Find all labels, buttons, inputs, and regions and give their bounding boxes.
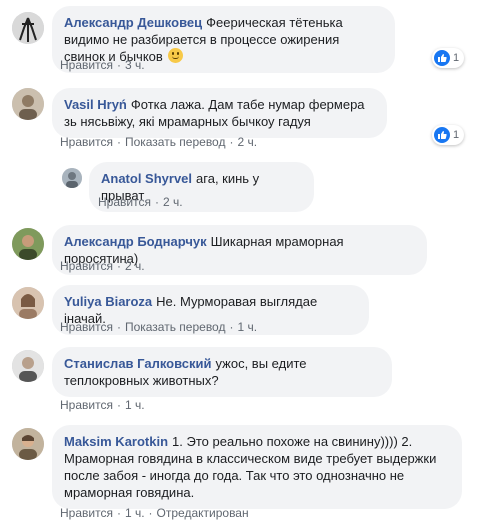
comment-actions: Нравится · 3 ч. (60, 58, 145, 72)
smile-emoji-icon (168, 48, 184, 63)
avatar[interactable] (12, 287, 44, 319)
comment-time[interactable]: 1 ч. (125, 506, 145, 520)
avatar[interactable] (62, 168, 82, 188)
avatar[interactable] (12, 88, 44, 120)
like-reaction-icon (434, 50, 450, 66)
comment-bubble: Maksim Karotkin 1. Это реально похоже на … (52, 425, 462, 509)
reaction-count[interactable]: 1 (432, 125, 465, 145)
comment-actions: Нравится · 1 ч. (60, 398, 145, 412)
avatar[interactable] (12, 228, 44, 260)
comment-author[interactable]: Anatol Shyrvel (101, 171, 192, 186)
avatar[interactable] (12, 12, 44, 44)
like-link[interactable]: Нравится (60, 320, 113, 334)
comment-author[interactable]: Maksim Karotkin (64, 434, 168, 449)
comment-author[interactable]: Александр Боднарчук (64, 234, 207, 249)
comment-actions: Нравится · 2 ч. (98, 195, 183, 209)
avatar[interactable] (12, 350, 44, 382)
comment-time[interactable]: 2 ч. (163, 195, 183, 209)
like-reaction-icon (434, 127, 450, 143)
comment-time[interactable]: 3 ч. (125, 58, 145, 72)
like-link[interactable]: Нравится (60, 58, 113, 72)
comment-actions: Нравится · 2 ч. (60, 259, 145, 273)
like-link[interactable]: Нравится (60, 135, 113, 149)
comment-actions: Нравится · 1 ч. · Отредактирован (60, 506, 249, 520)
like-link[interactable]: Нравится (60, 259, 113, 273)
reaction-number: 1 (453, 52, 460, 64)
comment-author[interactable]: Станислав Галковский (64, 356, 212, 371)
comment-author[interactable]: Yuliya Biaroza (64, 294, 152, 309)
reaction-number: 1 (453, 129, 460, 141)
comment-author[interactable]: Александр Дешковец (64, 15, 202, 30)
comment-time[interactable]: 1 ч. (125, 398, 145, 412)
avatar[interactable] (12, 428, 44, 460)
edited-label[interactable]: Отредактирован (157, 506, 249, 520)
like-link[interactable]: Нравится (98, 195, 151, 209)
show-translation-link[interactable]: Показать перевод (125, 320, 226, 334)
comment-actions: Нравится · Показать перевод · 1 ч. (60, 320, 258, 334)
show-translation-link[interactable]: Показать перевод (125, 135, 226, 149)
comment-time[interactable]: 1 ч. (237, 320, 257, 334)
like-link[interactable]: Нравится (60, 398, 113, 412)
comment-time[interactable]: 2 ч. (125, 259, 145, 273)
comment-author[interactable]: Vasil Hryń (64, 97, 127, 112)
reaction-count[interactable]: 1 (432, 48, 465, 68)
comment-bubble: Vasil Hryń Фотка лажа. Дам табе нумар фер… (52, 88, 387, 138)
like-link[interactable]: Нравится (60, 506, 113, 520)
comment-bubble: Станислав Галковский ужос, вы едите тепло… (52, 347, 392, 397)
comment-actions: Нравится · Показать перевод · 2 ч. (60, 135, 258, 149)
comment-time[interactable]: 2 ч. (237, 135, 257, 149)
